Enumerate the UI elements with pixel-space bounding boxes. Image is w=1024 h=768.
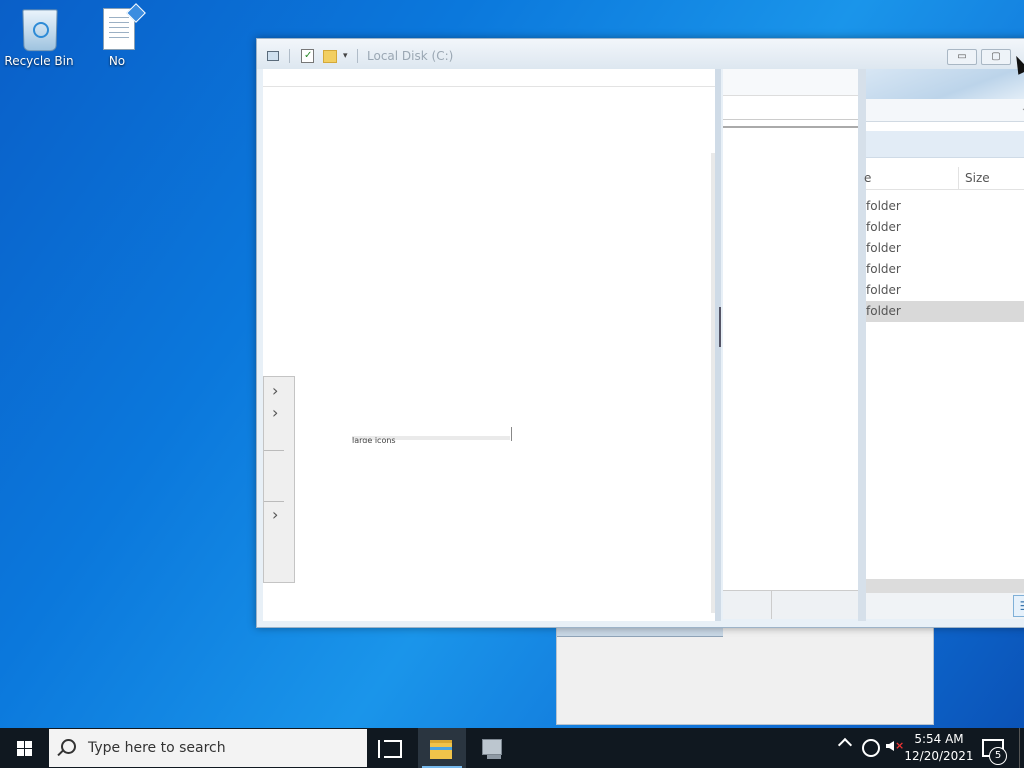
clock-date: 12/20/2021 [904,749,974,763]
windows-logo-icon [17,741,32,756]
details-view-icon[interactable]: ☷ [1013,595,1024,617]
file-row[interactable]: folder [866,280,1024,301]
column-header-size[interactable]: Size [965,171,990,185]
text-caret [511,427,512,441]
command-bar[interactable] [866,131,1024,158]
desktop-icon-no[interactable]: No [81,3,153,68]
row-type: folder [866,262,901,276]
column-separator[interactable] [958,167,959,189]
network-computer-icon [482,739,502,759]
render-fragment-text: large icons [352,436,396,443]
properties-icon[interactable]: ✓ [301,49,314,63]
new-folder-icon[interactable] [323,49,337,63]
show-hidden-icons-icon[interactable] [837,737,853,753]
text-document-icon [97,3,146,52]
search-placeholder: Type here to search [88,740,226,756]
taskbar: Type here to search × 5:54 AM 12/20/2021… [0,728,1024,768]
task-view-icon [378,740,402,758]
task-view-button[interactable] [368,728,416,768]
speaker-muted-icon[interactable] [886,741,894,751]
file-row[interactable]: folder [866,238,1024,259]
taskbar-file-explorer[interactable] [418,728,466,768]
overlay-pane-footer [723,590,858,619]
start-button[interactable] [0,728,48,768]
minimize-button[interactable]: ▭ [947,49,977,65]
row-type: folder [866,220,901,234]
content-pane[interactable]: ⌄ e Size folder folder folder folder fol… [864,69,1024,619]
row-type: folder [866,241,901,255]
desktop-icon-recycle-bin[interactable]: Recycle Bin [3,8,75,68]
pane-splitter[interactable] [715,69,721,621]
window-title: Local Disk (C:) [367,49,454,63]
recycle-bin-icon [19,8,59,52]
file-explorer-window[interactable]: ✓ ▾ Local Disk (C:) ▭ ▢ › › › large icon… [256,38,1024,628]
show-desktop-button[interactable] [1019,728,1020,768]
row-type: folder [866,199,901,213]
row-type: folder [866,304,901,318]
overlay-pane-header [723,69,858,96]
search-icon [61,739,76,754]
nav-divider [264,501,284,502]
customize-quick-access-icon[interactable]: ▾ [343,51,348,61]
column-header-type[interactable]: e [864,171,871,185]
horizontal-scrollbar[interactable] [866,579,1024,593]
splitter-grip[interactable] [719,307,721,347]
left-pane[interactable]: › › › large icons [263,69,715,621]
address-bar[interactable]: ⌄ [866,99,1024,122]
search-box[interactable]: Type here to search [49,729,367,767]
chevron-right-icon[interactable]: › [272,405,286,421]
file-row[interactable]: folder [866,196,1024,217]
taskbar-network-app[interactable] [468,728,516,768]
mute-x-icon: × [895,739,905,752]
overlay-pane-border [858,69,866,621]
chevron-down-icon[interactable]: ⌄ [1021,103,1024,114]
chevron-right-icon[interactable]: › [272,383,286,399]
column-header-row[interactable]: e Size [864,167,1024,190]
overlay-pane[interactable] [723,69,858,619]
chevron-right-icon[interactable]: › [272,507,286,523]
notification-count-badge: 5 [989,747,1007,765]
file-explorer-icon [430,740,452,759]
background-window-edge [557,628,723,637]
nav-divider [264,450,284,451]
desktop-icon-label: No [108,54,126,68]
clock-time: 5:54 AM [914,732,964,746]
network-globe-icon[interactable] [862,739,880,757]
restore-button[interactable]: ▢ [981,49,1011,65]
status-bar: ☷ [866,593,1024,619]
file-row-selected[interactable]: folder [866,301,1024,322]
file-row[interactable]: folder [866,217,1024,238]
row-type: folder [866,283,901,297]
ribbon-banner [866,69,1024,99]
file-row[interactable]: folder [866,259,1024,280]
overlay-pane-rule [723,126,858,128]
overlay-pane-field[interactable] [723,97,858,120]
qa-separator [289,49,290,63]
qa-separator [357,49,358,63]
background-window[interactable] [556,627,934,725]
navigation-column[interactable]: › › › [263,376,295,583]
title-bar[interactable]: ✓ ▾ Local Disk (C:) ▭ ▢ [257,39,1024,69]
clock[interactable]: 5:54 AM 12/20/2021 [904,731,974,765]
pane-header-line [263,86,715,87]
desktop-icon-label: Recycle Bin [4,54,74,68]
system-menu-icon[interactable] [267,49,279,61]
